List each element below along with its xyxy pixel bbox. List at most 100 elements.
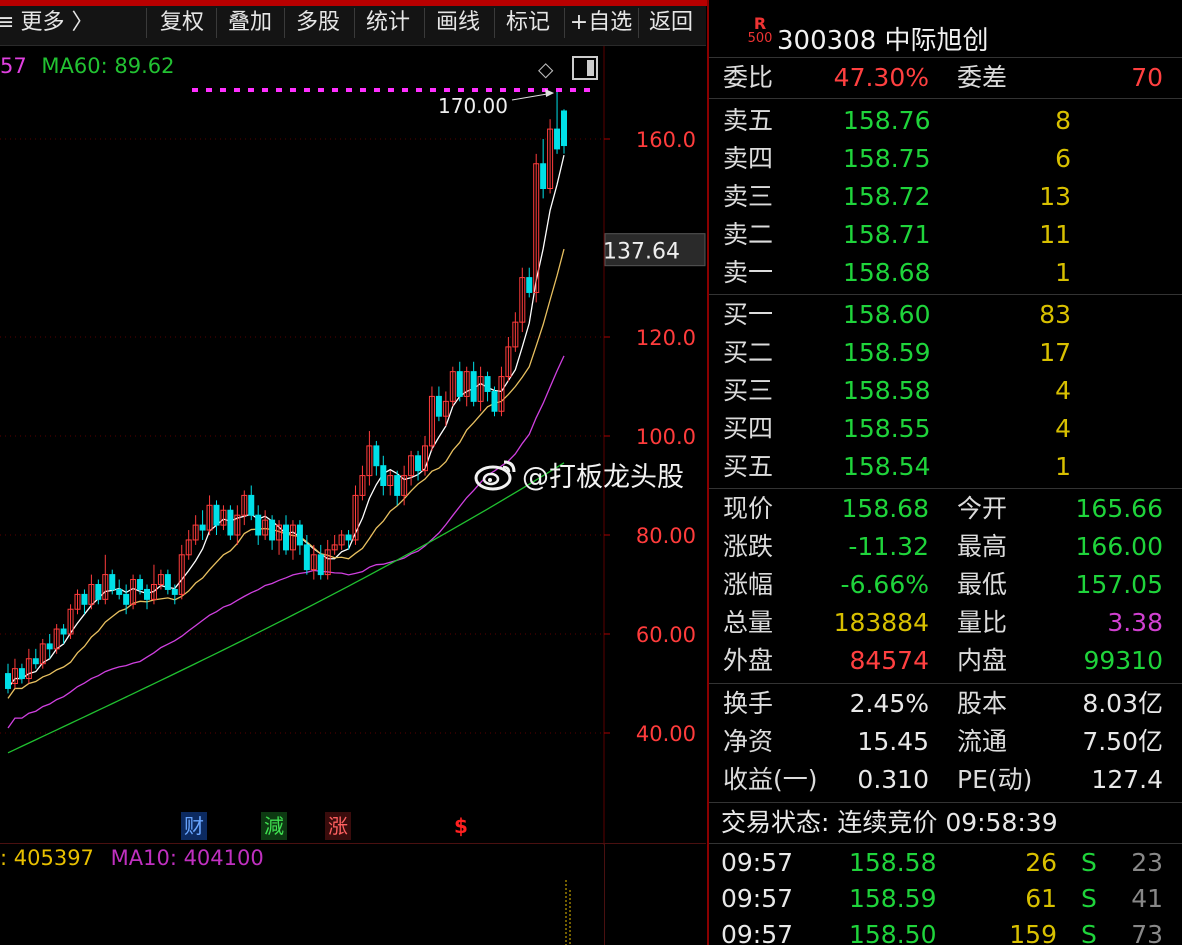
ask-price: 158.76: [843, 106, 931, 135]
bid-price: 158.59: [843, 338, 931, 367]
panel-toggle-icon[interactable]: [572, 56, 598, 80]
stat-row: 涨幅 -6.66% 最低 157.05: [709, 566, 1182, 604]
price-axis-label: 40.00: [636, 722, 696, 746]
fundamental-value: 7.50亿: [1082, 727, 1163, 756]
high-arrow-head: [545, 89, 555, 97]
fundamental-row: 净资 15.45 流通 7.50亿: [709, 723, 1182, 761]
candle-body: [123, 593, 130, 605]
ma60-legend: MA60: 89.62: [41, 54, 175, 78]
high-price-note: 170.00: [438, 94, 508, 118]
add-watchlist-button[interactable]: +自选: [566, 6, 636, 40]
limit-up-event-icon[interactable]: 涨: [325, 812, 351, 840]
candlestick-chart[interactable]: 160.0 120.0 100.0 80.00 60.00 40.00 137.64 170…: [0, 46, 706, 845]
fuquan-button[interactable]: 复权: [150, 6, 214, 40]
stat-value: 157.05: [1075, 570, 1163, 599]
candle-body: [456, 371, 463, 397]
toolbar-cut-item[interactable]: ≡: [0, 6, 14, 40]
candle-body: [283, 524, 289, 551]
stock-title: 300308 中际旭创: [777, 26, 989, 56]
bid-volume: 4: [1055, 376, 1071, 405]
rzrq-badge: R 500: [747, 14, 773, 47]
candle-body: [317, 554, 324, 576]
back-button[interactable]: 返回: [640, 6, 702, 40]
tick-row[interactable]: 09:57 158.58 26 S 23: [709, 844, 1182, 882]
fundamental-value: 0.310: [857, 765, 929, 794]
ask-volume: 11: [1039, 220, 1071, 249]
stat-row: 外盘 84574 内盘 99310: [709, 642, 1182, 680]
candle-body: [18, 668, 25, 680]
bid-row[interactable]: 买三 158.58 4: [709, 372, 1182, 410]
fundamental-value: 2.45%: [849, 689, 929, 718]
trade-status: 交易状态: 连续竞价 09:58:39: [721, 808, 1058, 837]
weibo-watermark: @打板龙头股: [474, 454, 684, 494]
bid-row[interactable]: 买一 158.60 83: [709, 296, 1182, 334]
candle-body: [32, 658, 39, 665]
price-axis-label: 100.0: [636, 425, 696, 449]
candle-body: [303, 544, 310, 571]
draw-line-button[interactable]: 画线: [426, 6, 490, 40]
stat-value: 3.38: [1107, 608, 1163, 637]
candle-body: [484, 376, 491, 392]
stat-value: 165.66: [1075, 494, 1163, 523]
weibi-row: 委比 47.30% 委差 70: [709, 59, 1182, 97]
ask-price: 158.71: [843, 220, 931, 249]
ask-row[interactable]: 卖四 158.75 6: [709, 140, 1182, 178]
stat-row: 总量 183884 量比 3.38: [709, 604, 1182, 642]
ask-row[interactable]: 卖一 158.68 1: [709, 254, 1182, 292]
tick-row[interactable]: 09:57 158.50 159 S 73: [709, 916, 1182, 945]
finance-event-icon[interactable]: 财: [181, 812, 207, 840]
ask-volume: 8: [1055, 106, 1071, 135]
tick-count: 73: [1131, 920, 1163, 945]
weibo-icon: [474, 460, 516, 491]
bid-price: 158.55: [843, 414, 931, 443]
statistics-button[interactable]: 统计: [356, 6, 420, 40]
stock-header[interactable]: R 500 300308 中际旭创: [709, 6, 1182, 58]
stat-value: 183884: [833, 608, 929, 637]
stat-value: 158.68: [841, 494, 929, 523]
price-axis-label: 120.0: [636, 326, 696, 350]
ma20-legend: 57: [0, 54, 27, 78]
candle-body: [116, 588, 123, 595]
dollar-event-icon[interactable]: $: [448, 812, 474, 840]
bid-volume: 83: [1039, 300, 1071, 329]
quote-panel: R 500 300308 中际旭创 委比 47.30% 委差 70 卖五 158…: [707, 0, 1182, 945]
bid-row[interactable]: 买二 158.59 17: [709, 334, 1182, 372]
stat-value: 99310: [1083, 646, 1163, 675]
candle-body: [95, 584, 102, 600]
mark-button[interactable]: 标记: [496, 6, 560, 40]
tick-volume: 61: [1025, 884, 1057, 913]
ask-price: 158.68: [843, 258, 931, 287]
candle-body: [561, 110, 567, 147]
tick-side: S: [1081, 884, 1097, 913]
overlay-button[interactable]: 叠加: [218, 6, 282, 40]
candle-body: [345, 534, 352, 541]
tick-volume: 159: [1009, 920, 1057, 945]
candle-body: [470, 371, 477, 402]
ask-row[interactable]: 卖五 158.76 8: [709, 102, 1182, 140]
fundamental-row: 收益(一) 0.310 PE(动) 127.4: [709, 761, 1182, 799]
tick-volume: 26: [1025, 848, 1057, 877]
bid-row[interactable]: 买五 158.54 1: [709, 448, 1182, 486]
weicha-value: 70: [1131, 63, 1163, 92]
trade-status-row: 交易状态: 连续竞价 09:58:39: [709, 804, 1182, 842]
fundamental-value: 127.4: [1091, 765, 1163, 794]
candle-body: [269, 519, 276, 541]
reduce-holding-event-icon[interactable]: 減: [261, 812, 287, 840]
chart-toolbar: ≡ 更多 〉 复权 叠加 多股 统计 画线 标记 +自选 返回: [0, 0, 706, 46]
bid-price: 158.60: [843, 300, 931, 329]
ask-row[interactable]: 卖二 158.71 11: [709, 216, 1182, 254]
volume-bars: [565, 880, 571, 945]
tick-count: 41: [1131, 884, 1163, 913]
ask-price: 158.75: [843, 144, 931, 173]
tick-row[interactable]: 09:57 158.59 61 S 41: [709, 880, 1182, 918]
more-button[interactable]: 更多 〉: [18, 6, 96, 40]
diamond-icon[interactable]: ◇: [538, 57, 553, 81]
bid-row[interactable]: 买四 158.55 4: [709, 410, 1182, 448]
candle-body: [554, 128, 561, 150]
candle-body: [5, 673, 11, 689]
candle-body: [540, 163, 547, 189]
ask-row[interactable]: 卖三 158.72 13: [709, 178, 1182, 216]
multi-stock-button[interactable]: 多股: [286, 6, 350, 40]
candle-body: [144, 588, 150, 600]
candle-body: [296, 524, 303, 546]
